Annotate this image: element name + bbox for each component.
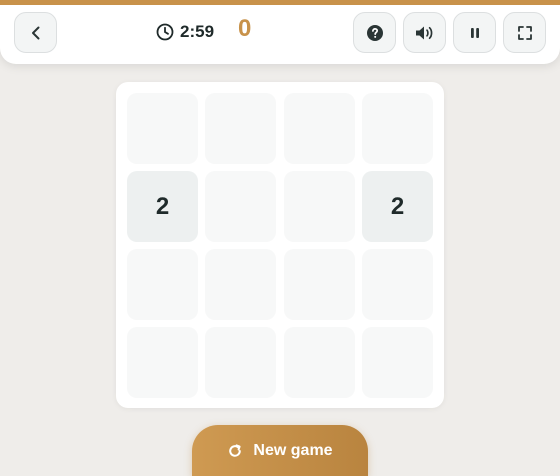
board-cell xyxy=(127,93,198,164)
timer-value: 2:59 xyxy=(180,22,215,41)
sound-button[interactable] xyxy=(403,12,446,53)
speaker-icon xyxy=(415,26,432,39)
new-game-button[interactable]: New game xyxy=(192,425,368,476)
new-game-label: New game xyxy=(253,441,333,459)
board-cell xyxy=(284,249,355,320)
score-value: 0 xyxy=(238,15,252,42)
board-cell xyxy=(205,249,276,320)
board-cell xyxy=(127,249,198,320)
board-tile: 2 xyxy=(127,171,198,242)
board-cell xyxy=(127,327,198,398)
board-cell xyxy=(284,327,355,398)
fullscreen-icon xyxy=(517,25,532,40)
chevron-left-icon xyxy=(31,26,39,39)
board-cell xyxy=(205,171,276,242)
board-cell xyxy=(362,327,433,398)
fullscreen-button[interactable] xyxy=(503,12,546,53)
board-cell xyxy=(205,327,276,398)
board-cell xyxy=(284,93,355,164)
board-cell xyxy=(205,93,276,164)
board-tile: 2 xyxy=(362,171,433,242)
pause-icon xyxy=(470,27,479,38)
back-button[interactable] xyxy=(14,12,57,53)
board-cell xyxy=(362,249,433,320)
board-cell xyxy=(362,93,433,164)
board-cell xyxy=(284,171,355,242)
restart-icon xyxy=(229,443,242,457)
top-bar: 2:59 0 xyxy=(0,0,560,64)
help-button[interactable] xyxy=(353,12,396,53)
pause-button[interactable] xyxy=(453,12,496,53)
timer: 2:59 xyxy=(156,20,214,44)
clock-icon xyxy=(156,23,174,41)
game-board[interactable]: 2 2 xyxy=(116,82,444,408)
help-icon xyxy=(366,24,383,41)
